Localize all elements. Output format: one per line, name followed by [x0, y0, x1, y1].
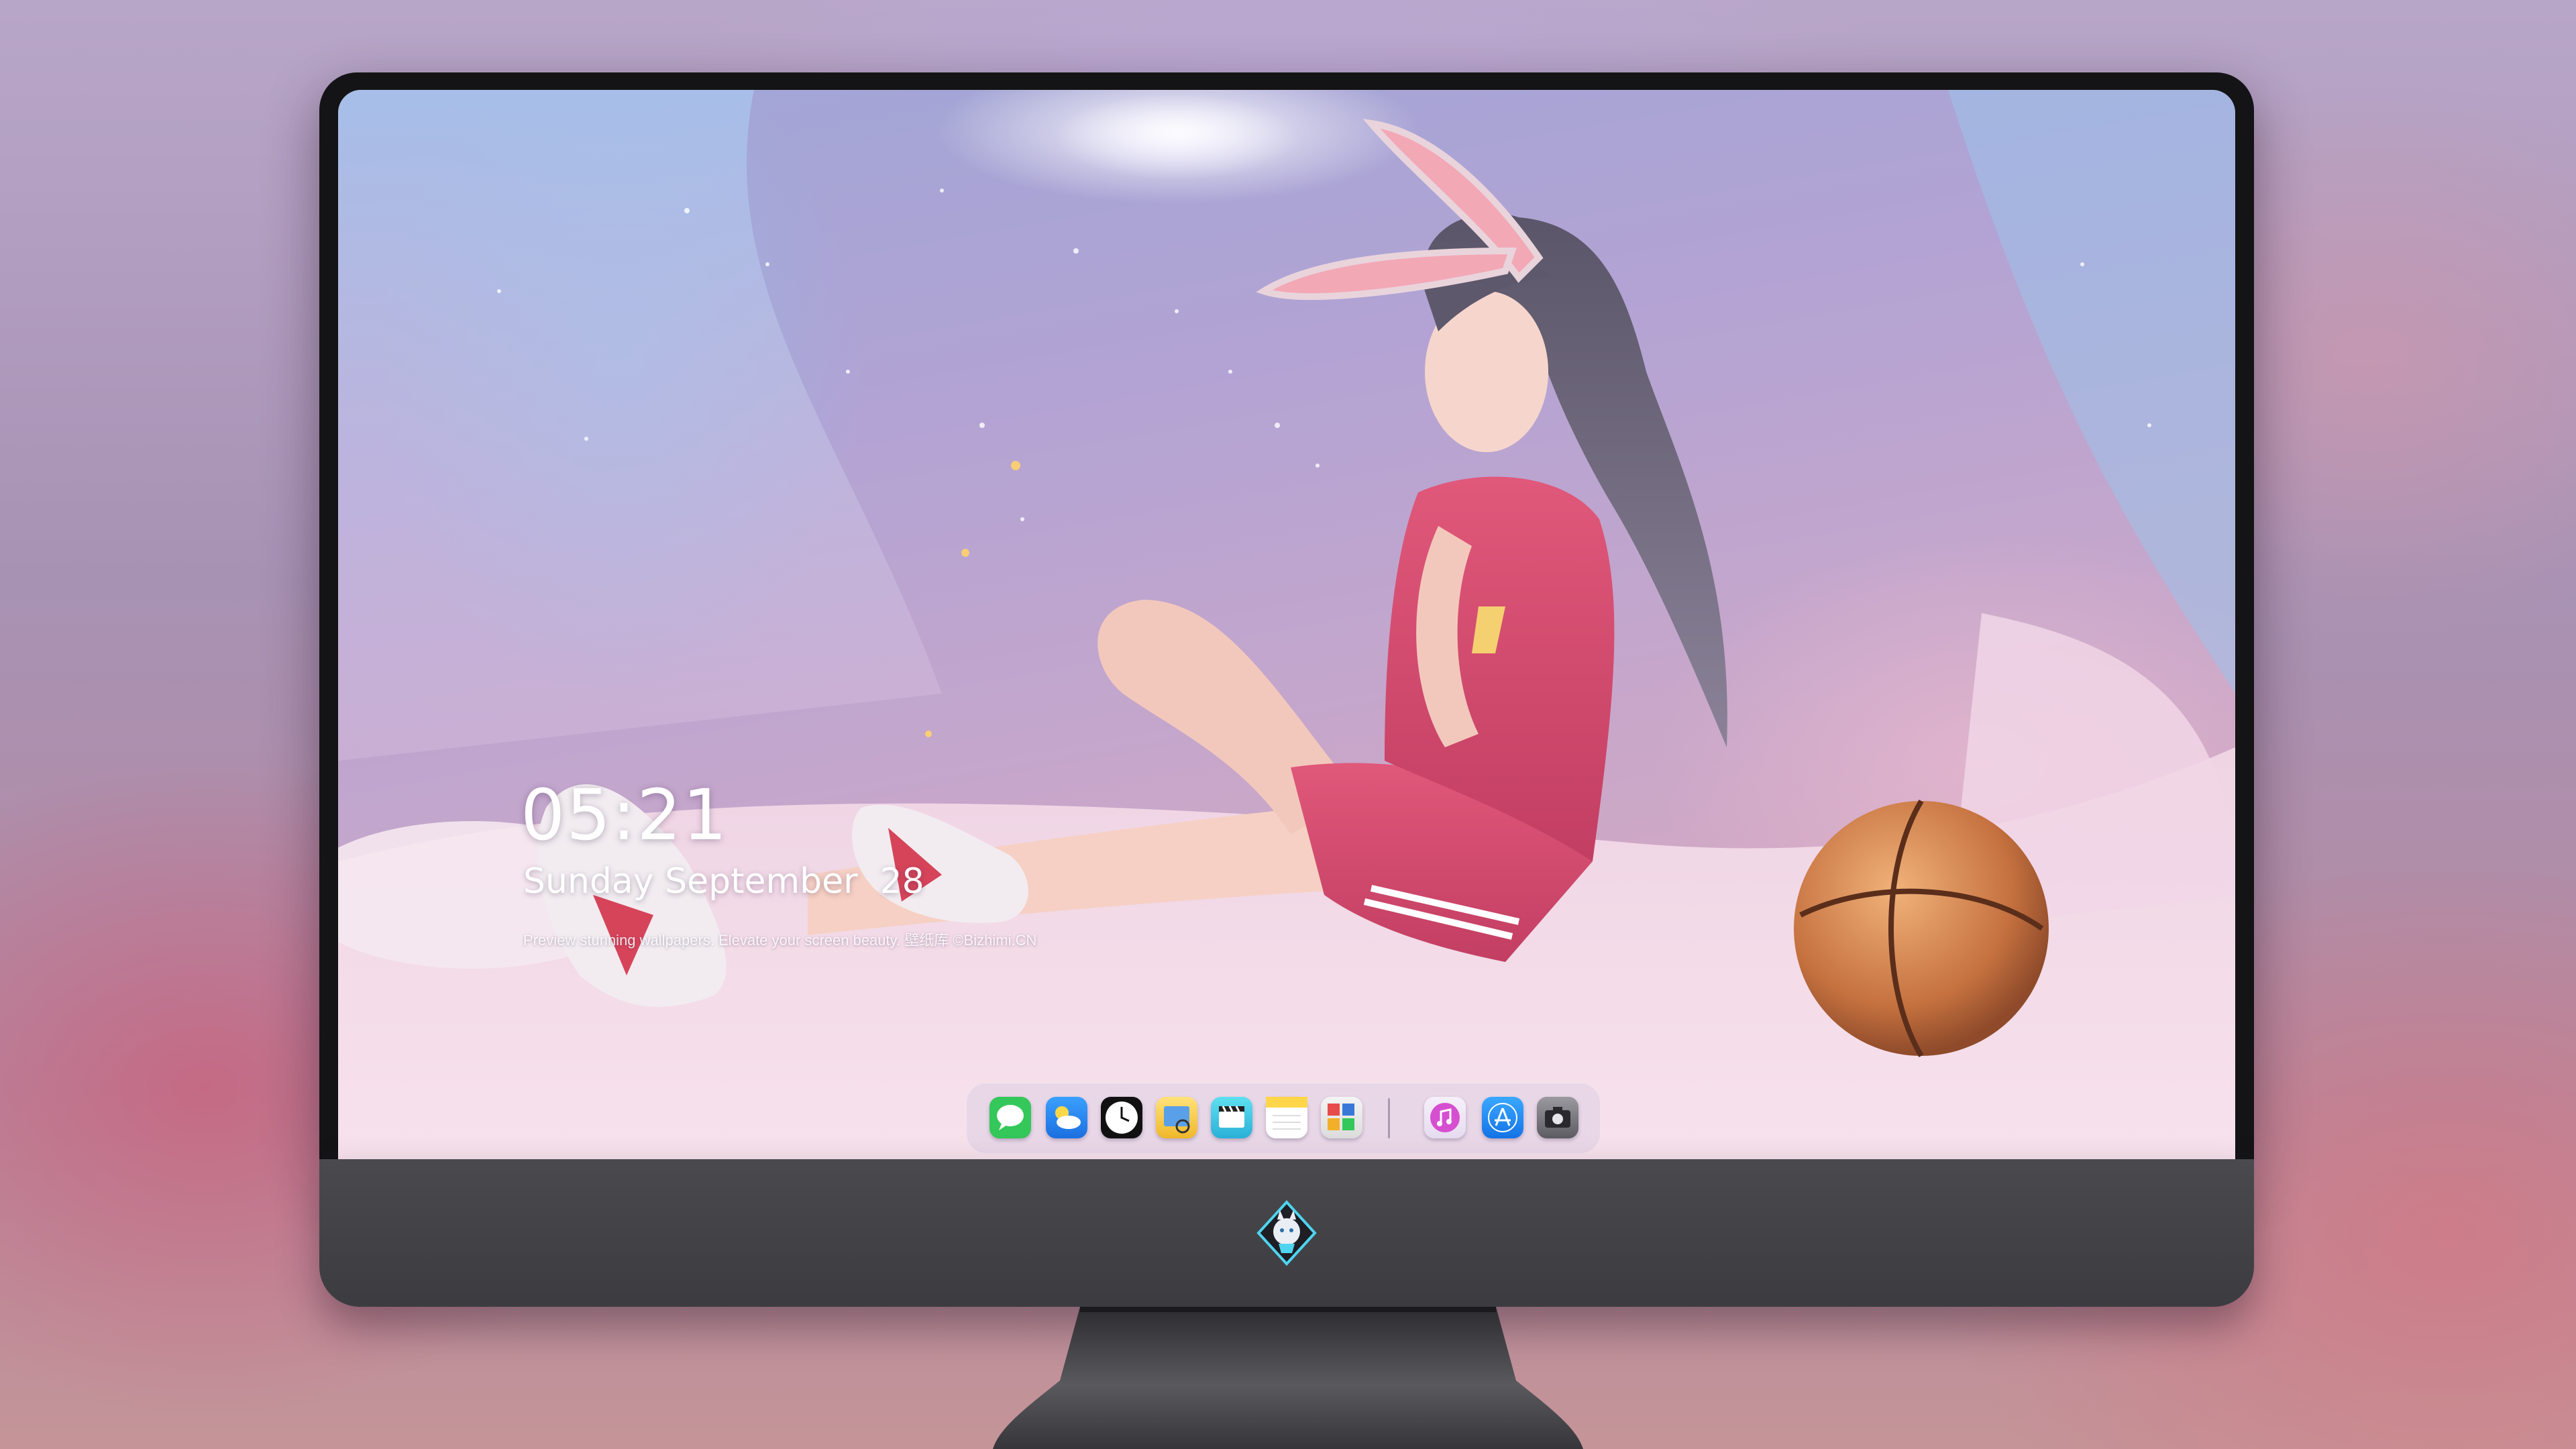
- preview-icon[interactable]: [1156, 1097, 1197, 1138]
- clock-icon[interactable]: [1101, 1097, 1142, 1138]
- dock: [966, 1083, 1601, 1154]
- messages-icon[interactable]: [989, 1097, 1031, 1138]
- monitor-stand: [993, 1307, 1583, 1449]
- brand-mascot-logo: [1256, 1200, 1317, 1266]
- monitor-chin: [319, 1159, 2254, 1307]
- monitor-bezel: 05:21 Sunday September 28 Preview stunni…: [319, 72, 2254, 1159]
- dock-separator: [1388, 1098, 1390, 1138]
- clips-icon[interactable]: [1211, 1097, 1252, 1138]
- camera-icon[interactable]: [1537, 1097, 1578, 1138]
- lock-screen-date: Sunday September 28: [523, 861, 924, 902]
- wallpaper-illustration: [338, 90, 2235, 1159]
- lock-screen-time: 05:21: [521, 774, 729, 856]
- weather-icon[interactable]: [1046, 1097, 1087, 1138]
- notes-icon[interactable]: [1266, 1097, 1307, 1138]
- app-store-icon[interactable]: [1482, 1097, 1523, 1138]
- itunes-icon[interactable]: [1424, 1097, 1466, 1138]
- wallpaper-caption: Preview stunning wallpapers. Elevate you…: [523, 932, 1037, 949]
- blurred-room-background: 05:21 Sunday September 28 Preview stunni…: [0, 0, 2576, 1449]
- monitor-screen: 05:21 Sunday September 28 Preview stunni…: [338, 90, 2235, 1159]
- photo-booth-icon[interactable]: [1321, 1097, 1362, 1138]
